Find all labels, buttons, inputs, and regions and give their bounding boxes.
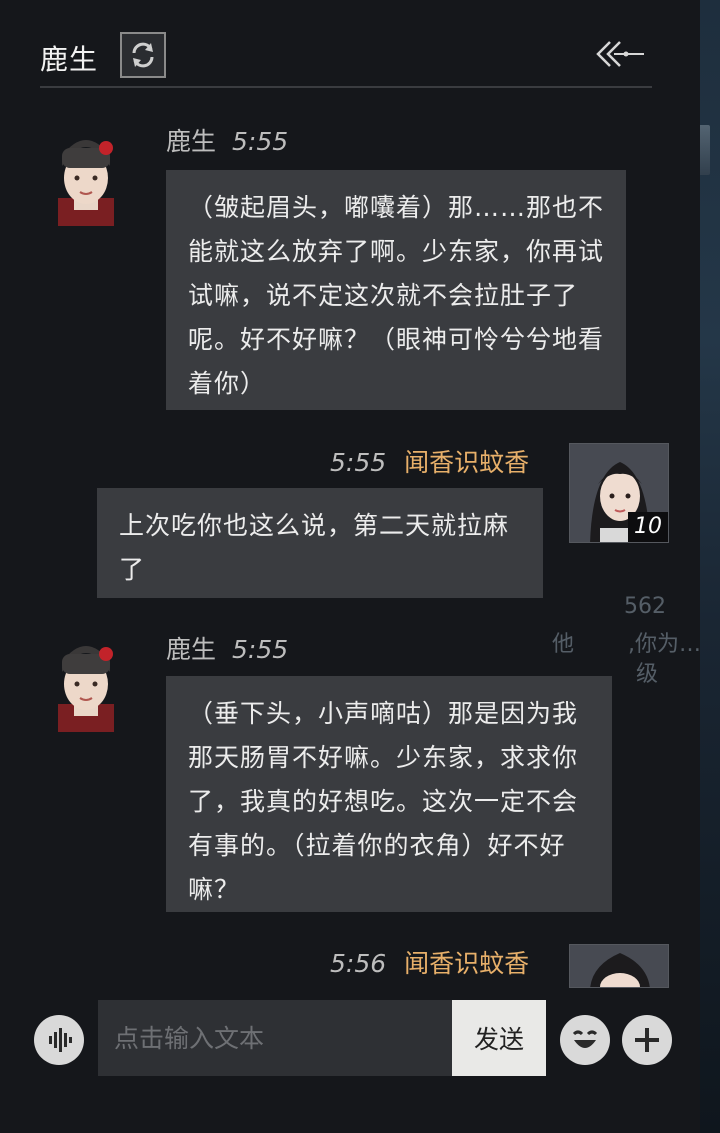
voice-button[interactable] (34, 1015, 84, 1065)
message-time: 5:55 (232, 127, 289, 156)
message-bubble: 上次吃你也这么说，第二天就拉麻了 (97, 488, 543, 598)
back-arrow-icon (596, 41, 644, 67)
background-text: 562 (624, 594, 666, 619)
voice-wave-icon (49, 1028, 72, 1052)
level-badge: 10 (628, 512, 668, 542)
message-time: 5:55 (232, 635, 289, 664)
back-button[interactable] (590, 34, 650, 74)
background-text: ,你为… (628, 632, 701, 657)
background-text: 级 (636, 662, 659, 687)
background-text: 他 (552, 632, 575, 657)
chat-title: 鹿生 (40, 43, 99, 76)
refresh-icon (132, 42, 154, 68)
chat-input-bar: 发送 (0, 998, 700, 1078)
emoji-button[interactable] (560, 1015, 610, 1065)
message-bubble: （垂下头，小声嘀咕）那是因为我那天肠胃不好嘛。少东家，求求你了，我真的好想吃。这… (166, 676, 612, 912)
message-text: （皱起眉头，嘟囔着）那……那也不能就这么放弃了啊。少东家，你再试试嘛，说不定这次… (188, 193, 605, 398)
chat-header: 鹿生 (40, 30, 650, 86)
player-avatar[interactable] (569, 944, 669, 988)
message-text: 上次吃你也这么说，第二天就拉麻了 (119, 511, 510, 584)
message-meta: 鹿生 5:55 (166, 122, 288, 158)
more-button[interactable] (622, 1015, 672, 1065)
message-time: 5:55 (330, 448, 387, 477)
npc-avatar[interactable] (48, 632, 124, 732)
message-meta: 5:56 闻香识蚊香 (330, 944, 529, 980)
message-meta: 鹿生 5:55 (166, 630, 288, 666)
plus-icon (635, 1028, 659, 1052)
sender-name: 鹿生 (166, 127, 217, 156)
message-text: （垂下头，小声嘀咕）那是因为我那天肠胃不好嘛。少东家，求求你了，我真的好想吃。这… (188, 699, 579, 904)
npc-avatar[interactable] (48, 126, 124, 226)
sender-name: 闻香识蚊香 (404, 448, 530, 477)
send-button[interactable]: 发送 (452, 1000, 546, 1076)
sender-name: 鹿生 (166, 635, 217, 664)
message-bubble: （皱起眉头，嘟囔着）那……那也不能就这么放弃了啊。少东家，你再试试嘛，说不定这次… (166, 170, 626, 410)
sender-name: 闻香识蚊香 (404, 949, 530, 978)
player-avatar[interactable]: 10 (569, 443, 669, 543)
header-divider (40, 86, 652, 88)
refresh-button[interactable] (120, 32, 166, 78)
message-meta: 5:55 闻香识蚊香 (330, 443, 529, 479)
chat-panel: 鹿生 鹿生 5:55 （皱起眉头，嘟囔着）那……那也不能就这么放弃了啊。少东家，… (0, 0, 701, 1133)
smile-icon (572, 1030, 598, 1048)
message-time: 5:56 (330, 949, 387, 978)
message-input[interactable] (98, 1000, 452, 1076)
